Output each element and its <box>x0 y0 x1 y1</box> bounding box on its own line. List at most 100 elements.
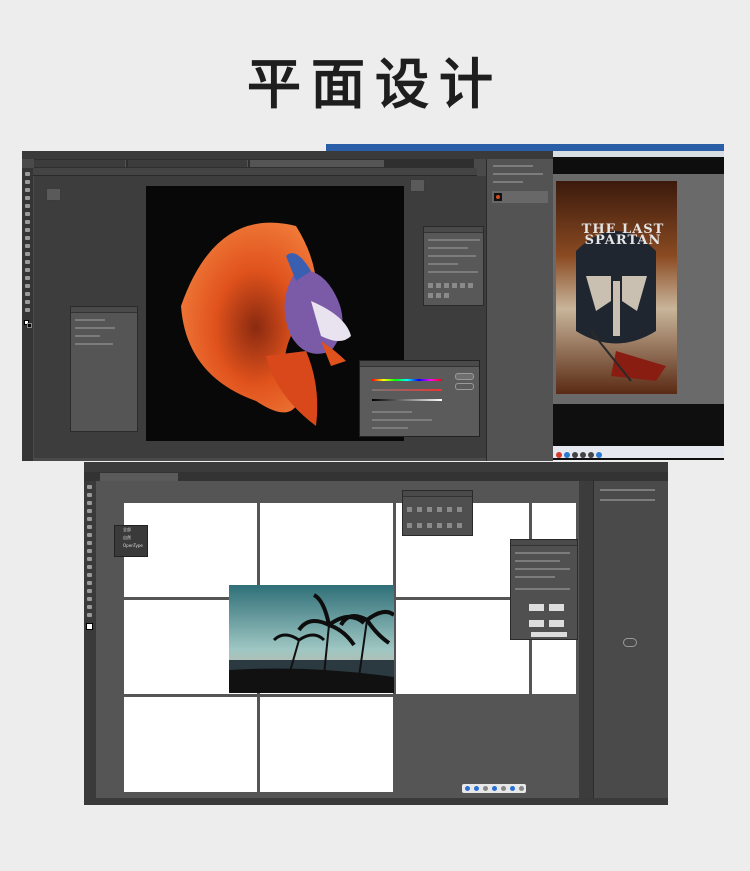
dialog-ok-button[interactable] <box>455 373 474 380</box>
pencil-tool-icon[interactable] <box>87 541 92 545</box>
background-color-swatch[interactable] <box>27 323 32 328</box>
brush-tool-icon[interactable] <box>25 220 30 224</box>
width-tool-icon[interactable] <box>87 565 92 569</box>
align-icon[interactable] <box>444 283 449 288</box>
path-select-icon[interactable] <box>25 284 30 288</box>
distribute-icon[interactable] <box>437 523 442 528</box>
artboard[interactable] <box>124 697 257 792</box>
align-icon[interactable] <box>457 507 462 512</box>
dialog-reset-button[interactable] <box>455 383 474 390</box>
ps-float-tool-icon[interactable] <box>46 188 61 201</box>
poster-taskbar[interactable] <box>553 446 724 458</box>
pen-tool-icon[interactable] <box>87 501 92 505</box>
pen-tool-icon[interactable] <box>25 268 30 272</box>
align-icon[interactable] <box>428 283 433 288</box>
heal-tool-icon[interactable] <box>25 212 30 216</box>
toolbar-icon[interactable] <box>519 786 524 791</box>
hand-tool-icon[interactable] <box>25 300 30 304</box>
distribute-icon[interactable] <box>427 523 432 528</box>
line-tool-icon[interactable] <box>87 517 92 521</box>
stroke-field[interactable] <box>549 620 564 627</box>
gradient-tool-icon[interactable] <box>25 252 30 256</box>
toolbar-icon[interactable] <box>483 786 488 791</box>
shape-builder-icon[interactable] <box>87 573 92 577</box>
eraser-tool-icon[interactable] <box>25 244 30 248</box>
panel-header[interactable] <box>511 540 577 546</box>
rotate-tool-icon[interactable] <box>87 549 92 553</box>
history-brush-icon[interactable] <box>25 236 30 240</box>
ps-float-tool-icon-2[interactable] <box>410 179 425 192</box>
selection-tool-icon[interactable] <box>87 485 92 489</box>
stroke-field[interactable] <box>529 620 544 627</box>
zoom-tool-icon[interactable] <box>87 613 92 617</box>
rectangle-tool-icon[interactable] <box>87 525 92 529</box>
ps-menubar[interactable] <box>22 151 553 159</box>
toolbar-icon[interactable] <box>510 786 515 791</box>
distribute-icon[interactable] <box>447 523 452 528</box>
lasso-tool-icon[interactable] <box>25 188 30 192</box>
gradient-tool-icon[interactable] <box>87 581 92 585</box>
toolbar-icon[interactable] <box>465 786 470 791</box>
align-icon[interactable] <box>468 283 473 288</box>
popup-item[interactable]: OpenType <box>115 542 147 550</box>
popup-item[interactable]: 全部 <box>115 526 147 534</box>
brush-tool-icon[interactable] <box>87 533 92 537</box>
toolbar-icon[interactable] <box>501 786 506 791</box>
dialog-titlebar[interactable] <box>360 361 479 367</box>
hand-tool-icon[interactable] <box>87 605 92 609</box>
align-icon[interactable] <box>427 507 432 512</box>
spartan-poster-image: THE LAST SPARTAN <box>556 181 677 394</box>
artboard[interactable] <box>260 697 393 792</box>
align-icon[interactable] <box>447 507 452 512</box>
ps-layer-row[interactable] <box>492 191 548 203</box>
align-icon[interactable] <box>452 283 457 288</box>
align-icon[interactable] <box>460 283 465 288</box>
lightness-slider[interactable] <box>372 399 442 401</box>
stamp-tool-icon[interactable] <box>25 228 30 232</box>
align-icon[interactable] <box>407 507 412 512</box>
eyedropper-tool-icon[interactable] <box>25 204 30 208</box>
floating-toolbar[interactable] <box>462 784 526 793</box>
align-icon[interactable] <box>428 293 433 298</box>
distribute-icon[interactable] <box>417 523 422 528</box>
artboard-tool-icon[interactable] <box>87 597 92 601</box>
ai-doc-tab[interactable] <box>100 473 178 481</box>
crop-tool-icon[interactable] <box>25 196 30 200</box>
dodge-tool-icon[interactable] <box>25 260 30 264</box>
panel-row <box>428 263 458 265</box>
popup-item[interactable]: 自然 <box>115 534 147 542</box>
toolbar-icon[interactable] <box>492 786 497 791</box>
align-icon[interactable] <box>437 507 442 512</box>
zoom-tool-icon[interactable] <box>25 308 30 312</box>
ps-doc-tab[interactable] <box>34 160 126 167</box>
marquee-tool-icon[interactable] <box>25 180 30 184</box>
panel-header[interactable] <box>71 307 137 313</box>
panel-header[interactable] <box>403 491 472 497</box>
fill-swatch[interactable] <box>86 623 93 630</box>
panel-header[interactable] <box>424 227 483 233</box>
type-tool-icon[interactable] <box>25 276 30 280</box>
ps-doc-tab[interactable] <box>128 160 248 167</box>
profile-field[interactable] <box>531 632 567 637</box>
toolbar-icon[interactable] <box>474 786 479 791</box>
align-icon[interactable] <box>444 293 449 298</box>
saturation-slider[interactable] <box>372 389 442 391</box>
scale-tool-icon[interactable] <box>87 557 92 561</box>
poster-window-titlebar[interactable] <box>326 144 724 151</box>
align-icon[interactable] <box>417 507 422 512</box>
ps-doc-tab-active[interactable] <box>250 160 384 167</box>
eyedropper-tool-icon[interactable] <box>87 589 92 593</box>
stroke-field[interactable] <box>529 604 544 611</box>
align-icon[interactable] <box>436 293 441 298</box>
type-tool-icon[interactable] <box>87 509 92 513</box>
align-icon[interactable] <box>436 283 441 288</box>
move-tool-icon[interactable] <box>25 172 30 176</box>
shape-tool-icon[interactable] <box>25 292 30 296</box>
stroke-field[interactable] <box>549 604 564 611</box>
artboard[interactable] <box>260 503 393 597</box>
distribute-icon[interactable] <box>457 523 462 528</box>
direct-select-icon[interactable] <box>87 493 92 497</box>
distribute-icon[interactable] <box>407 523 412 528</box>
dialog-row <box>372 419 432 421</box>
hue-slider[interactable] <box>372 379 442 381</box>
